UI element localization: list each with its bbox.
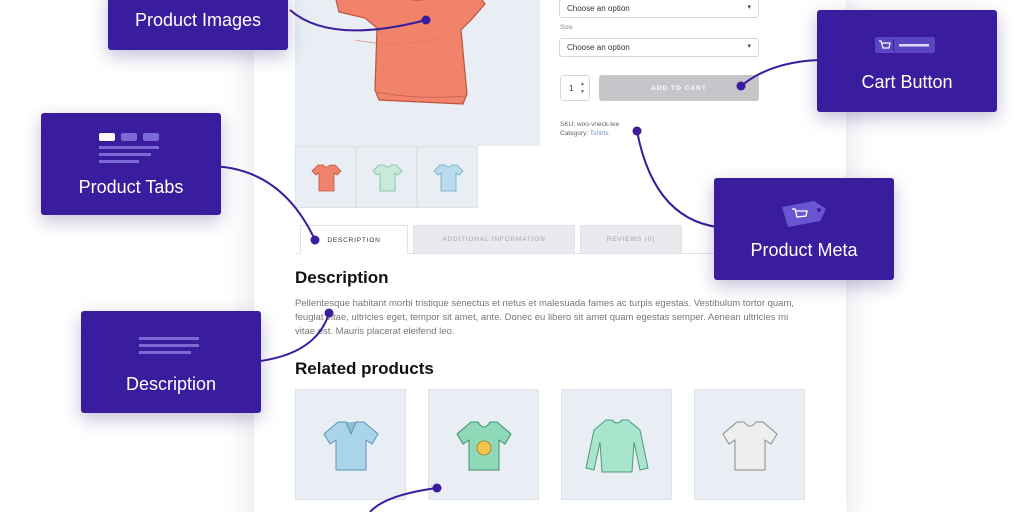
callout-product-images: Product Images — [108, 0, 288, 50]
callout-product-tabs: Product Tabs — [41, 113, 221, 215]
callout-cart-button: Cart Button — [817, 10, 997, 112]
callout-description: Description — [81, 311, 261, 413]
tabs-layout-icon — [99, 133, 159, 163]
callout-product-images-label: Product Images — [134, 10, 262, 30]
callout-product-meta: Product Meta — [714, 178, 894, 280]
cart-button-icon — [875, 37, 935, 53]
price-tag-icon — [782, 201, 826, 227]
callout-cart-button-label: Cart Button — [861, 72, 953, 92]
text-lines-icon — [139, 337, 199, 354]
callout-description-label: Description — [125, 374, 217, 394]
callout-product-meta-label: Product Meta — [750, 240, 858, 260]
callout-product-tabs-label: Product Tabs — [78, 177, 184, 197]
